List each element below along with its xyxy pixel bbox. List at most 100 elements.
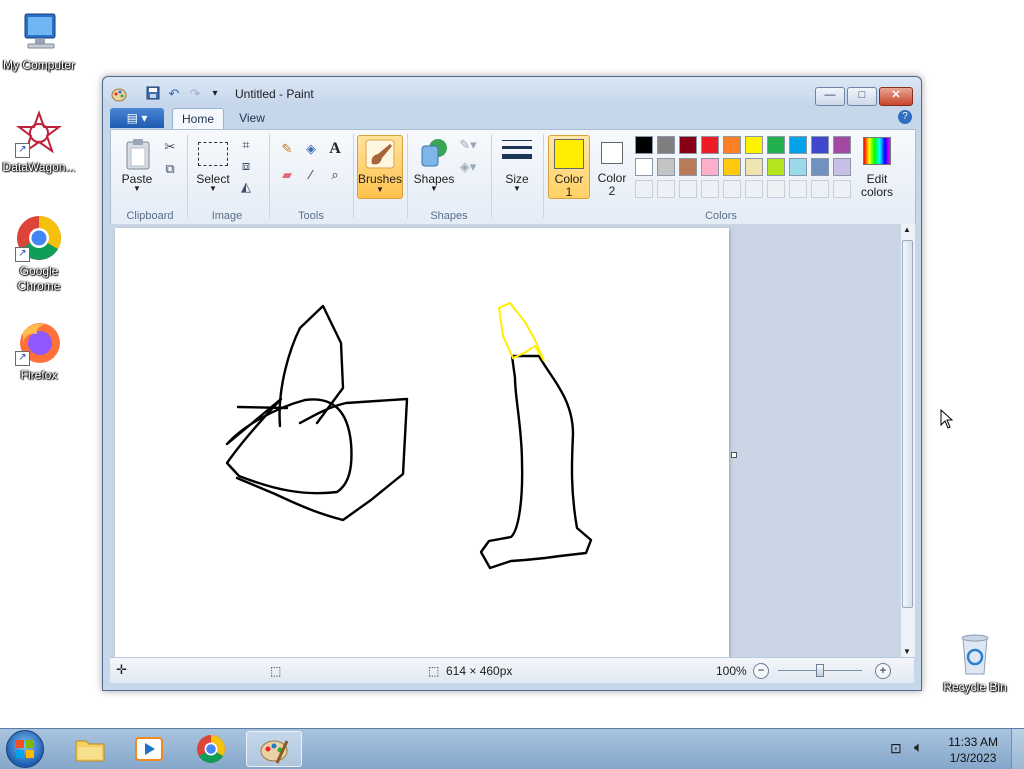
canvas-resize-handle[interactable] <box>731 452 737 458</box>
desktop-icon-my-computer[interactable]: My Computer <box>1 8 77 73</box>
color2-button[interactable]: Color 2 <box>592 135 632 198</box>
redo-icon[interactable]: ↷ <box>187 86 203 102</box>
palette-custom-slot[interactable] <box>657 180 675 198</box>
stroke-cross <box>236 405 289 410</box>
save-icon[interactable] <box>145 86 161 102</box>
palette-custom-slot[interactable] <box>789 180 807 198</box>
chevron-down-icon: ▼ <box>513 184 521 193</box>
palette-swatch[interactable] <box>745 136 763 154</box>
palette-custom-slot[interactable] <box>811 180 829 198</box>
undo-icon[interactable]: ↶ <box>166 86 182 102</box>
palette-swatch[interactable] <box>701 158 719 176</box>
taskbar-chrome[interactable] <box>184 731 240 767</box>
palette-custom-slot[interactable] <box>679 180 697 198</box>
paint-app-icon[interactable] <box>111 86 127 102</box>
close-button[interactable]: ✕ <box>879 87 913 106</box>
palette-swatch[interactable] <box>701 136 719 154</box>
customize-quick-access-icon[interactable]: ▾ <box>207 86 223 102</box>
palette-custom-slot[interactable] <box>635 180 653 198</box>
chrome-icon <box>197 735 225 763</box>
desktop-icon-firefox[interactable]: ↗ Firefox <box>1 318 77 383</box>
minimize-button[interactable]: — <box>815 87 845 106</box>
maximize-button[interactable]: □ <box>847 87 877 106</box>
desktop-icon-datawagon[interactable]: ↗ DataWagon... <box>1 110 77 175</box>
drawing-canvas[interactable] <box>115 228 729 658</box>
zoom-slider[interactable] <box>778 664 862 677</box>
start-button[interactable] <box>6 730 44 768</box>
taskbar-explorer[interactable] <box>62 731 118 767</box>
palette-swatch[interactable] <box>635 136 653 154</box>
color1-button[interactable]: Color 1 <box>548 135 590 199</box>
resize-icon[interactable]: ⧈ <box>237 157 255 175</box>
select-rectangle-icon <box>198 142 228 166</box>
palette-swatch[interactable] <box>789 158 807 176</box>
system-clock[interactable]: 11:33 AM 1/3/2023 <box>948 734 998 766</box>
help-icon[interactable]: ? <box>898 110 912 124</box>
taskbar-media-player[interactable] <box>122 731 178 767</box>
cut-icon[interactable]: ✂ <box>161 138 179 156</box>
palette-swatch[interactable] <box>789 136 807 154</box>
palette-swatch[interactable] <box>679 158 697 176</box>
palette-custom-slot[interactable] <box>701 180 719 198</box>
palette-swatch[interactable] <box>811 158 829 176</box>
file-menu-button[interactable]: ▤ ▾ <box>110 108 164 128</box>
desktop-icon-label: My Computer <box>2 58 76 72</box>
palette-custom-slot[interactable] <box>833 180 851 198</box>
paste-button[interactable]: Paste ▼ <box>117 134 157 196</box>
divider <box>187 134 188 218</box>
group-label-clipboard: Clipboard <box>126 210 174 222</box>
palette-swatch[interactable] <box>833 136 851 154</box>
fill-bucket-icon[interactable]: ◈ <box>302 140 320 158</box>
eraser-icon[interactable]: ▰ <box>278 166 296 184</box>
zoom-in-button[interactable]: + <box>875 663 891 679</box>
media-player-icon <box>135 737 163 761</box>
brushes-button[interactable]: Brushes ▼ <box>357 135 403 199</box>
desktop-icon-label: Recycle Bin <box>943 680 1007 694</box>
taskbar-paint[interactable] <box>246 731 302 767</box>
palette-swatch[interactable] <box>767 158 785 176</box>
title-bar[interactable]: ↶ ↷ ▾ Untitled - Paint — □ ✕ <box>103 77 921 107</box>
paint-window: ↶ ↷ ▾ Untitled - Paint — □ ✕ ▤ ▾ Home Vi… <box>102 76 922 691</box>
pencil-icon[interactable]: ✎ <box>278 140 296 158</box>
crop-icon[interactable]: ⌗ <box>237 136 255 154</box>
color-picker-icon[interactable]: ⁄ <box>302 166 320 184</box>
palette-swatch[interactable] <box>723 158 741 176</box>
tab-home[interactable]: Home <box>172 108 224 130</box>
size-button[interactable]: Size ▼ <box>496 134 538 196</box>
palette-swatch[interactable] <box>635 158 653 176</box>
palette-custom-slot[interactable] <box>723 180 741 198</box>
desktop-icon-google-chrome[interactable]: ↗ Google Chrome <box>1 214 77 294</box>
color2-number: 2 <box>608 184 616 198</box>
chrome-icon: ↗ <box>15 214 63 262</box>
palette-swatch[interactable] <box>811 136 829 154</box>
magnifier-icon[interactable]: ⌕ <box>326 166 344 184</box>
palette-swatch[interactable] <box>679 136 697 154</box>
scroll-down-icon[interactable]: ▼ <box>903 647 911 656</box>
copy-icon[interactable]: ⧉ <box>161 160 179 178</box>
desktop-icon-recycle-bin[interactable]: Recycle Bin <box>937 630 1013 695</box>
outline-icon[interactable]: ✎▾ <box>459 136 477 154</box>
palette-custom-slot[interactable] <box>745 180 763 198</box>
scroll-up-icon[interactable]: ▲ <box>903 225 911 234</box>
palette-swatch[interactable] <box>657 136 675 154</box>
scrollbar-thumb[interactable] <box>902 240 913 608</box>
palette-swatch[interactable] <box>833 158 851 176</box>
shape-fill-icon[interactable]: ◈▾ <box>459 158 477 176</box>
zoom-out-button[interactable]: − <box>753 663 769 679</box>
select-button[interactable]: Select ▼ <box>191 134 235 196</box>
vertical-scrollbar[interactable]: ▲ ▼ <box>900 224 915 657</box>
shapes-button[interactable]: Shapes ▼ <box>411 134 457 196</box>
edit-colors-button[interactable]: Edit colors <box>855 134 899 199</box>
network-icon[interactable]: ⊡ <box>890 740 902 757</box>
palette-custom-slot[interactable] <box>767 180 785 198</box>
palette-swatch[interactable] <box>745 158 763 176</box>
palette-swatch[interactable] <box>723 136 741 154</box>
zoom-slider-thumb[interactable] <box>816 664 824 677</box>
palette-swatch[interactable] <box>767 136 785 154</box>
volume-icon[interactable]: 🔈︎ <box>914 739 923 756</box>
text-tool-icon[interactable]: A <box>326 140 344 158</box>
show-desktop-button[interactable] <box>1011 729 1024 769</box>
tab-view[interactable]: View <box>228 108 276 129</box>
palette-swatch[interactable] <box>657 158 675 176</box>
rotate-icon[interactable]: ◭ <box>237 178 255 196</box>
